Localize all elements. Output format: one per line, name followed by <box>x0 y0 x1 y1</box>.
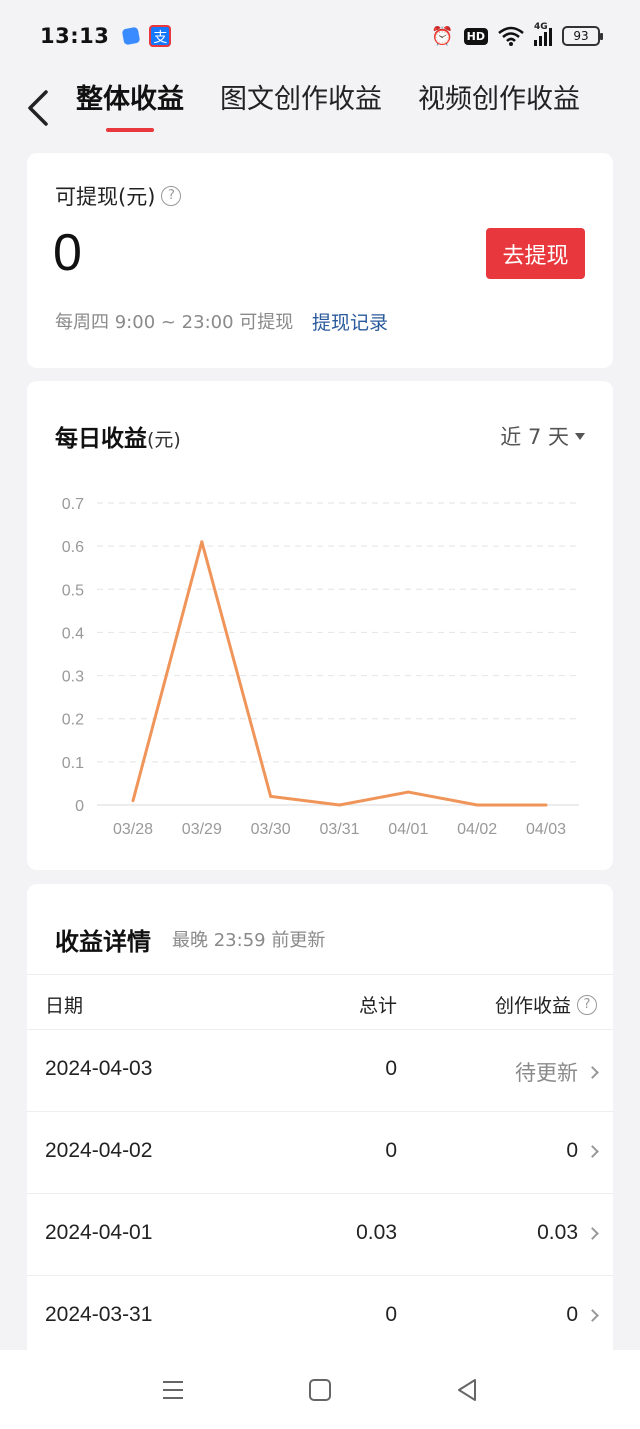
row-total: 0 <box>385 1057 397 1080</box>
earnings-detail-card: 收益详情 最晚 23:59 前更新 日期 总计 创作收益 ? 2024-04-0… <box>27 884 613 1364</box>
table-row[interactable]: 2024-04-02 0 0 <box>27 1112 613 1194</box>
row-date: 2024-04-02 <box>45 1139 153 1162</box>
daily-earnings-unit: (元) <box>147 429 181 451</box>
data-point[interactable] <box>131 799 135 803</box>
y-tick-label: 0.6 <box>62 539 84 556</box>
earnings-detail-subtitle: 最晚 23:59 前更新 <box>172 930 326 951</box>
chevron-right-icon <box>586 1144 599 1158</box>
data-point[interactable] <box>269 794 273 798</box>
row-creation: 0.03 <box>537 1221 599 1245</box>
x-tick-label: 04/01 <box>388 821 428 838</box>
system-navigation-bar <box>0 1350 640 1429</box>
withdraw-records-link[interactable]: 提现记录 <box>312 308 388 335</box>
table-row[interactable]: 2024-04-01 0.03 0.03 <box>27 1194 613 1276</box>
withdraw-button[interactable]: 去提现 <box>486 228 585 279</box>
battery-icon: 93 <box>562 26 603 46</box>
back-triangle-icon[interactable] <box>454 1377 480 1403</box>
data-point[interactable] <box>544 803 548 807</box>
table-header: 日期 总计 创作收益 ? <box>27 974 613 1030</box>
row-creation-value: 0 <box>566 1139 578 1162</box>
y-tick-label: 0.1 <box>62 755 84 772</box>
earnings-detail-title: 收益详情 <box>55 928 151 956</box>
withdraw-schedule-note: 每周四 9:00 ~ 23:00 可提现 <box>55 312 294 333</box>
tab-overall-earnings[interactable]: 整体收益 <box>76 72 184 144</box>
alarm-icon: ⏰ <box>431 25 454 47</box>
header-total: 总计 <box>358 995 397 1017</box>
alipay-icon: 支 <box>149 25 172 47</box>
data-point[interactable] <box>406 790 410 794</box>
y-tick-label: 0.3 <box>62 669 84 686</box>
daily-earnings-title-text: 每日收益 <box>55 426 147 452</box>
table-row[interactable]: 2024-03-31 0 0 <box>27 1276 613 1358</box>
back-button[interactable] <box>0 72 76 144</box>
x-tick-label: 03/28 <box>113 821 153 838</box>
row-creation-value: 待更新 <box>515 1061 578 1085</box>
x-tick-label: 04/02 <box>457 821 497 838</box>
daily-earnings-card: 每日收益(元) 近 7 天 0 0.1 0.2 0.3 0.4 0.5 0.6 0.7 03/2… <box>27 381 613 870</box>
y-tick-label: 0 <box>75 798 84 815</box>
x-tick-label: 03/29 <box>182 821 222 838</box>
row-date: 2024-03-31 <box>45 1303 153 1326</box>
table-row[interactable]: 2024-04-03 0 待更新 <box>27 1030 613 1112</box>
y-tick-label: 0.2 <box>62 712 84 729</box>
header-creation: 创作收益 ? <box>495 991 597 1018</box>
row-creation: 0 <box>566 1139 599 1163</box>
help-icon[interactable]: ? <box>577 994 597 1015</box>
app-notification-icon <box>122 26 141 46</box>
daily-earnings-chart: 0 0.1 0.2 0.3 0.4 0.5 0.6 0.7 03/28 03/29 03/30 03/… <box>62 496 579 838</box>
status-indicators: ⏰ HD 4G 93 <box>431 22 603 47</box>
row-total: 0.03 <box>356 1221 397 1244</box>
home-icon[interactable] <box>307 1377 333 1403</box>
tab-video-earnings[interactable]: 视频创作收益 <box>418 72 580 144</box>
withdraw-card: 可提现(元) ? 0 去提现 每周四 9:00 ~ 23:00 可提现 提现记录 <box>27 153 613 368</box>
row-total: 0 <box>385 1303 397 1326</box>
earnings-series-line <box>131 540 546 807</box>
x-tick-label: 03/31 <box>319 821 359 838</box>
wifi-icon <box>498 26 524 46</box>
help-icon[interactable]: ? <box>161 186 182 206</box>
chevron-right-icon <box>586 1226 599 1240</box>
row-creation: 0 <box>566 1303 599 1327</box>
signal-icon: 4G <box>534 22 552 46</box>
row-creation: 待更新 <box>515 1057 599 1087</box>
row-date: 2024-04-03 <box>45 1057 153 1080</box>
data-point[interactable] <box>475 803 479 807</box>
chevron-right-icon <box>586 1065 599 1079</box>
row-creation-value: 0.03 <box>537 1221 578 1244</box>
range-dropdown[interactable]: 近 7 天 <box>500 421 585 451</box>
back-arrow-icon <box>28 90 48 126</box>
data-point[interactable] <box>338 803 341 807</box>
withdrawable-amount: 0 <box>53 224 82 282</box>
status-bar: 13:13 支 ⏰ HD 4G 93 <box>0 0 640 72</box>
withdrawable-label-row: 可提现(元) ? <box>55 181 182 211</box>
x-tick-label: 03/30 <box>251 821 291 838</box>
y-tick-label: 0.5 <box>62 582 84 599</box>
hd-icon: HD <box>463 27 488 45</box>
row-total: 0 <box>385 1139 397 1162</box>
notification-icons: 支 <box>122 25 172 47</box>
header-date: 日期 <box>45 995 84 1017</box>
y-tick-label: 0.7 <box>62 496 84 513</box>
caret-down-icon <box>575 432 585 440</box>
row-date: 2024-04-01 <box>45 1221 153 1244</box>
y-tick-label: 0.4 <box>62 625 84 642</box>
row-creation-value: 0 <box>566 1303 578 1326</box>
status-time: 13:13 <box>40 24 110 48</box>
menu-icon[interactable] <box>160 1377 186 1403</box>
daily-earnings-title: 每日收益(元) <box>55 419 181 453</box>
top-navigation: 整体收益 图文创作收益 视频创作收益 <box>0 72 640 144</box>
tab-article-earnings[interactable]: 图文创作收益 <box>220 72 382 144</box>
x-tick-label: 04/03 <box>526 821 566 838</box>
range-dropdown-label: 近 7 天 <box>500 425 569 449</box>
chevron-right-icon <box>586 1308 599 1322</box>
header-creation-label: 创作收益 <box>494 995 571 1017</box>
data-point[interactable] <box>200 540 204 544</box>
withdrawable-label: 可提现(元) <box>55 185 156 209</box>
